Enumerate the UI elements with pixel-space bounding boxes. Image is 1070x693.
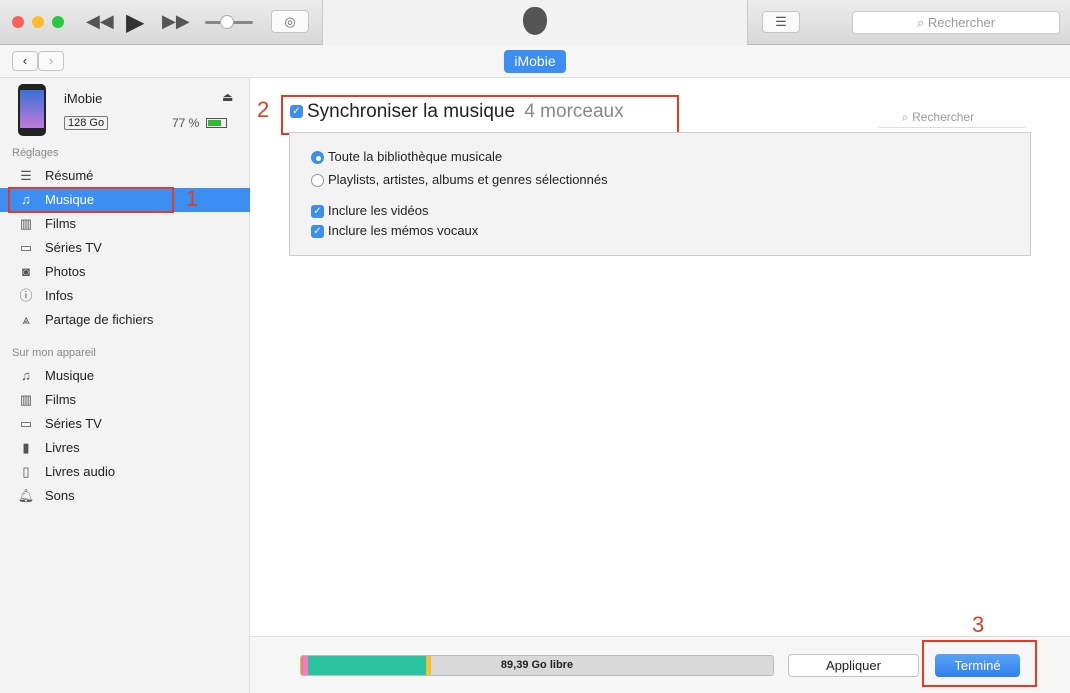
sidebar-item-label: Partage de fichiers <box>45 312 154 327</box>
volume-slider[interactable] <box>205 15 253 29</box>
bell-icon: 🔔︎ <box>17 488 35 503</box>
radio-selected-icon <box>311 151 324 165</box>
apply-button[interactable]: Appliquer <box>788 654 919 677</box>
camera-icon: ◙ <box>22 264 30 279</box>
sidebar-item-series-tv[interactable]: ▭ Séries TV <box>0 236 250 260</box>
storage-bar: 89,39 Go libre <box>300 655 774 676</box>
fast-forward-icon[interactable]: ▶▶ <box>162 11 190 32</box>
sidebar-item-device-sons[interactable]: 🔔︎ Sons <box>0 484 250 508</box>
apps-icon: ⩓ <box>22 312 30 327</box>
close-button[interactable] <box>12 16 24 28</box>
sidebar-item-label: Films <box>45 392 77 407</box>
sidebar-item-label: Musique <box>45 368 95 383</box>
music-search-input[interactable]: ⌕ Rechercher <box>878 110 1026 128</box>
minimize-button[interactable] <box>32 16 44 28</box>
status-display <box>322 0 748 45</box>
battery-percent: 77 % <box>172 116 200 130</box>
sidebar-item-resume[interactable]: ☰ Résumé <box>0 164 250 188</box>
sidebar-item-films[interactable]: ▥ Films <box>0 212 250 236</box>
sidebar-item-label: Photos <box>45 264 86 279</box>
sidebar-item-device-series-tv[interactable]: ▭ Séries TV <box>0 412 250 436</box>
apple-logo-icon <box>523 7 547 35</box>
sidebar-item-label: Sons <box>45 488 75 503</box>
settings-section-title: Réglages <box>12 147 59 159</box>
option-label: Inclure les vidéos <box>328 203 429 218</box>
annotation-number-1: 1 <box>186 186 199 211</box>
eject-icon[interactable]: ⏏ <box>222 90 233 104</box>
sync-music-checkbox[interactable]: ✓ Synchroniser la musique 4 morceaux <box>290 101 624 123</box>
sidebar-item-label: Livres audio <box>45 464 116 479</box>
book-icon: ▮ <box>22 440 30 455</box>
radio-entire-library[interactable]: Toute la bibliothèque musicale <box>311 149 503 165</box>
sync-music-label: Synchroniser la musique <box>307 101 516 122</box>
toolbar: ◀◀ ▶ ▶▶ ◎ ☰ ⌕ Rechercher <box>0 0 1070 45</box>
device-name: iMobie <box>64 91 103 106</box>
tv-icon: ▭ <box>19 240 33 255</box>
info-icon: ⓘ <box>19 288 33 303</box>
annotation-number-2: 2 <box>257 97 270 122</box>
radio-selected-items[interactable]: Playlists, artistes, albums et genres sé… <box>311 172 608 188</box>
sidebar-item-label: Résumé <box>45 168 94 183</box>
sidebar-item-device-musique[interactable]: ♫ Musique <box>0 364 250 388</box>
annotation-box-1 <box>8 187 174 213</box>
checkbox-checked-icon: ✓ <box>311 205 324 219</box>
film-icon: ▥ <box>19 392 33 407</box>
option-label: Inclure les mémos vocaux <box>328 223 479 238</box>
sidebar-item-photos[interactable]: ◙ Photos <box>0 260 250 284</box>
capacity-badge: 128 Go <box>64 116 109 130</box>
sidebar-item-device-livres[interactable]: ▮ Livres <box>0 436 250 460</box>
checkbox-checked-icon: ✓ <box>290 105 303 119</box>
radio-unselected-icon <box>311 174 324 188</box>
checkbox-checked-icon: ✓ <box>311 225 324 239</box>
sidebar-item-partage[interactable]: ⩓ Partage de fichiers <box>0 308 250 332</box>
free-space-label: 89,39 Go libre <box>500 659 574 671</box>
search-placeholder: Rechercher <box>912 110 975 124</box>
search-input[interactable]: ⌕ Rechercher <box>852 11 1060 34</box>
annotation-box-3 <box>922 640 1037 687</box>
annotation-number-3: 3 <box>972 612 985 637</box>
sidebar-item-label: Séries TV <box>45 240 102 255</box>
sidebar: iMobie ⏏ 128 Go 77 % Réglages ☰ Résumé ♫ M… <box>0 78 250 693</box>
sidebar-item-label: Films <box>45 216 77 231</box>
song-count: 4 morceaux <box>524 101 624 122</box>
play-icon[interactable]: ▶ <box>126 8 144 37</box>
option-label: Toute la bibliothèque musicale <box>328 149 503 164</box>
sidebar-item-infos[interactable]: ⓘ Infos <box>0 284 250 308</box>
zoom-button[interactable] <box>52 16 64 28</box>
battery-icon <box>206 118 227 128</box>
search-placeholder: Rechercher <box>927 15 996 30</box>
music-note-icon: ♫ <box>21 368 31 383</box>
device-badge[interactable]: iMobie <box>504 50 566 73</box>
tv-icon: ▭ <box>19 416 33 431</box>
sidebar-item-label: Séries TV <box>45 416 102 431</box>
device-image <box>18 84 46 136</box>
airplay-button[interactable]: ◎ <box>271 10 309 33</box>
film-icon: ▥ <box>19 216 33 231</box>
audiobook-icon: ▯ <box>22 464 30 479</box>
sidebar-item-label: Infos <box>45 288 74 303</box>
device-section-title: Sur mon appareil <box>12 347 96 359</box>
sidebar-item-label: Livres <box>45 440 80 455</box>
up-next-button[interactable]: ☰ <box>762 11 800 33</box>
sidebar-item-device-livres-audio[interactable]: ▯ Livres audio <box>0 460 250 484</box>
forward-button[interactable]: › <box>38 51 64 71</box>
rewind-icon[interactable]: ◀◀ <box>86 11 114 32</box>
back-button[interactable]: ‹ <box>12 51 38 71</box>
checkbox-include-videos[interactable]: ✓ Inclure les vidéos <box>311 203 429 219</box>
checkbox-include-voice-memos[interactable]: ✓ Inclure les mémos vocaux <box>311 223 479 239</box>
option-label: Playlists, artistes, albums et genres sé… <box>328 172 608 187</box>
sidebar-item-device-films[interactable]: ▥ Films <box>0 388 250 412</box>
list-icon: ☰ <box>20 168 32 183</box>
